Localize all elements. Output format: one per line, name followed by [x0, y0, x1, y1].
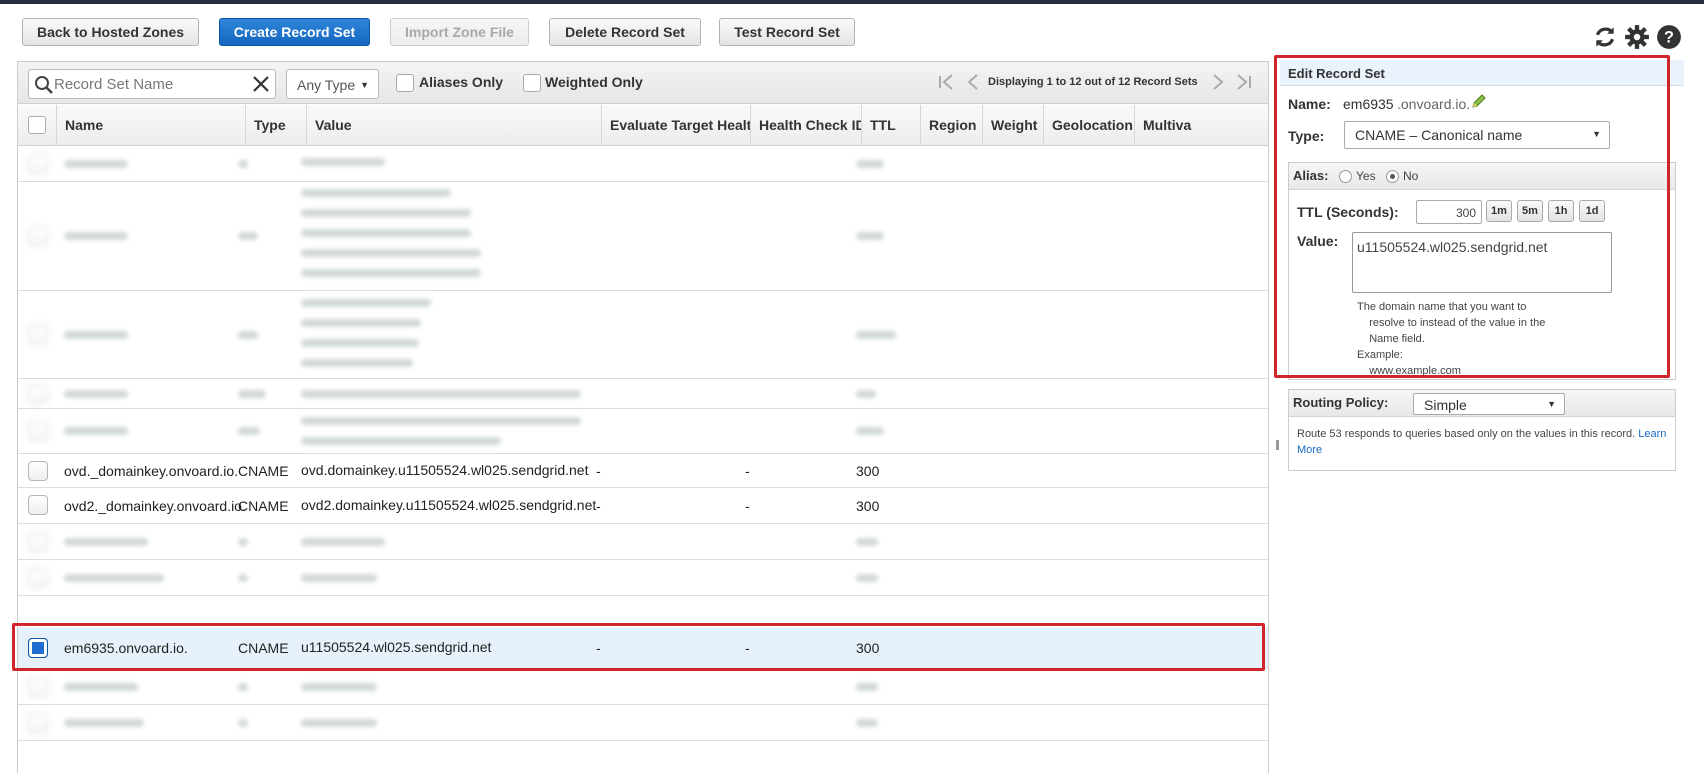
- column-header-geolocation[interactable]: Geolocation: [1043, 105, 1134, 146]
- row-ttl: 300: [856, 498, 880, 514]
- delete-record-set-button[interactable]: Delete Record Set: [549, 18, 701, 46]
- row-type: CNAME: [238, 498, 289, 514]
- row-name: ovd._domainkey.onvoard.io.: [64, 463, 239, 479]
- search-placeholder: Record Set Name: [54, 76, 174, 93]
- row-name: ovd2._domainkey.onvoard.io.: [64, 498, 246, 514]
- row-health-check-id: -: [745, 498, 750, 514]
- refresh-icon[interactable]: [1592, 24, 1618, 50]
- row-value: ovd.domainkey.u11505524.wl025.sendgrid.n…: [301, 462, 589, 478]
- table-row-obscured[interactable]: [18, 409, 1268, 454]
- pager-text: Displaying 1 to 12 out of 12 Record Sets: [988, 76, 1198, 88]
- highlight-edit-panel: [1274, 55, 1670, 378]
- aliases-only-checkbox[interactable]: [396, 74, 414, 92]
- table-row-obscured[interactable]: [18, 560, 1268, 596]
- filter-bar: Record Set Name Any Type ▼ Aliases Only …: [18, 62, 1268, 104]
- chevron-down-icon: ▼: [360, 80, 369, 90]
- test-record-set-button[interactable]: Test Record Set: [719, 18, 855, 46]
- column-header-region[interactable]: Region: [920, 105, 982, 146]
- routing-policy-help: Route 53 responds to queries based only …: [1297, 426, 1667, 458]
- row-checkbox[interactable]: [28, 226, 48, 246]
- type-filter-select[interactable]: Any Type ▼: [286, 69, 379, 99]
- row-checkbox[interactable]: [28, 532, 48, 552]
- column-header-ttl[interactable]: TTL: [861, 105, 920, 146]
- last-page-icon[interactable]: [1232, 70, 1254, 94]
- column-header-weight[interactable]: Weight: [982, 105, 1043, 146]
- previous-page-icon[interactable]: [964, 70, 982, 94]
- row-evaluate-target-health: -: [596, 498, 601, 514]
- next-page-icon[interactable]: [1209, 70, 1227, 94]
- panel-splitter-handle[interactable]: [1276, 440, 1279, 450]
- row-health-check-id: -: [745, 463, 750, 479]
- routing-policy-value: Simple: [1424, 397, 1467, 413]
- column-header-multivalue[interactable]: Multiva: [1134, 105, 1268, 146]
- table-row-obscured[interactable]: [18, 182, 1268, 291]
- top-icons: ?: [1592, 24, 1682, 54]
- table-row-obscured[interactable]: [18, 669, 1268, 705]
- routing-policy-row: Routing Policy: Simple ▼: [1289, 390, 1675, 417]
- column-header-value[interactable]: Value: [306, 105, 601, 146]
- routing-policy-box: Routing Policy: Simple ▼ Route 53 respon…: [1288, 389, 1676, 471]
- table-row-obscured[interactable]: [18, 146, 1268, 182]
- routing-policy-help-text: Route 53 responds to queries based only …: [1297, 428, 1636, 440]
- row-checkbox[interactable]: [28, 154, 48, 174]
- table-header: Name Type Value Evaluate Target Health H…: [18, 105, 1268, 146]
- row-checkbox[interactable]: [28, 495, 48, 515]
- column-header-evaluate-target-health[interactable]: Evaluate Target Health: [601, 105, 750, 146]
- chevron-down-icon: ▼: [1547, 399, 1556, 409]
- help-icon[interactable]: ?: [1656, 24, 1682, 50]
- row-checkbox[interactable]: [28, 461, 48, 481]
- row-ttl: 300: [856, 463, 880, 479]
- table-row-obscured[interactable]: [18, 705, 1268, 741]
- table-row[interactable]: ovd._domainkey.onvoard.io. CNAME ovd.dom…: [18, 454, 1268, 488]
- gear-icon[interactable]: [1624, 24, 1650, 50]
- first-page-icon[interactable]: [936, 70, 958, 94]
- row-checkbox[interactable]: [28, 384, 48, 404]
- select-all-checkbox[interactable]: [28, 116, 46, 134]
- aliases-only-label: Aliases Only: [419, 74, 504, 90]
- import-zone-file-button[interactable]: Import Zone File: [390, 18, 529, 46]
- table-row-obscured[interactable]: [18, 379, 1268, 409]
- row-checkbox[interactable]: [28, 421, 48, 441]
- routing-policy-label: Routing Policy:: [1293, 395, 1389, 410]
- column-header-type[interactable]: Type: [245, 105, 306, 146]
- search-icon: [34, 75, 54, 95]
- row-checkbox[interactable]: [28, 677, 48, 697]
- weighted-only-checkbox[interactable]: [523, 74, 541, 92]
- clear-search-icon[interactable]: [251, 74, 271, 94]
- svg-text:?: ?: [1664, 28, 1674, 46]
- row-type: CNAME: [238, 463, 289, 479]
- table-row[interactable]: ovd2._domainkey.onvoard.io. CNAME ovd2.d…: [18, 488, 1268, 524]
- table-row-obscured[interactable]: [18, 291, 1268, 379]
- weighted-only-label: Weighted Only: [545, 74, 643, 90]
- top-bar: [0, 0, 1704, 4]
- highlight-selected-row: [12, 623, 1265, 671]
- back-to-hosted-zones-button[interactable]: Back to Hosted Zones: [22, 18, 199, 46]
- search-input[interactable]: Record Set Name: [28, 69, 276, 99]
- column-header-health-check-id[interactable]: Health Check ID: [750, 105, 861, 146]
- select-all-cell: [18, 105, 56, 146]
- column-header-name[interactable]: Name: [56, 105, 245, 146]
- type-filter-value: Any Type: [297, 77, 356, 93]
- create-record-set-button[interactable]: Create Record Set: [219, 18, 370, 46]
- row-value: ovd2.domainkey.u11505524.wl025.sendgrid.…: [301, 497, 597, 513]
- row-checkbox[interactable]: [28, 324, 48, 344]
- row-checkbox[interactable]: [28, 713, 48, 733]
- routing-policy-select[interactable]: Simple ▼: [1413, 393, 1565, 415]
- row-checkbox[interactable]: [28, 568, 48, 588]
- table-row-obscured[interactable]: [18, 524, 1268, 560]
- row-evaluate-target-health: -: [596, 463, 601, 479]
